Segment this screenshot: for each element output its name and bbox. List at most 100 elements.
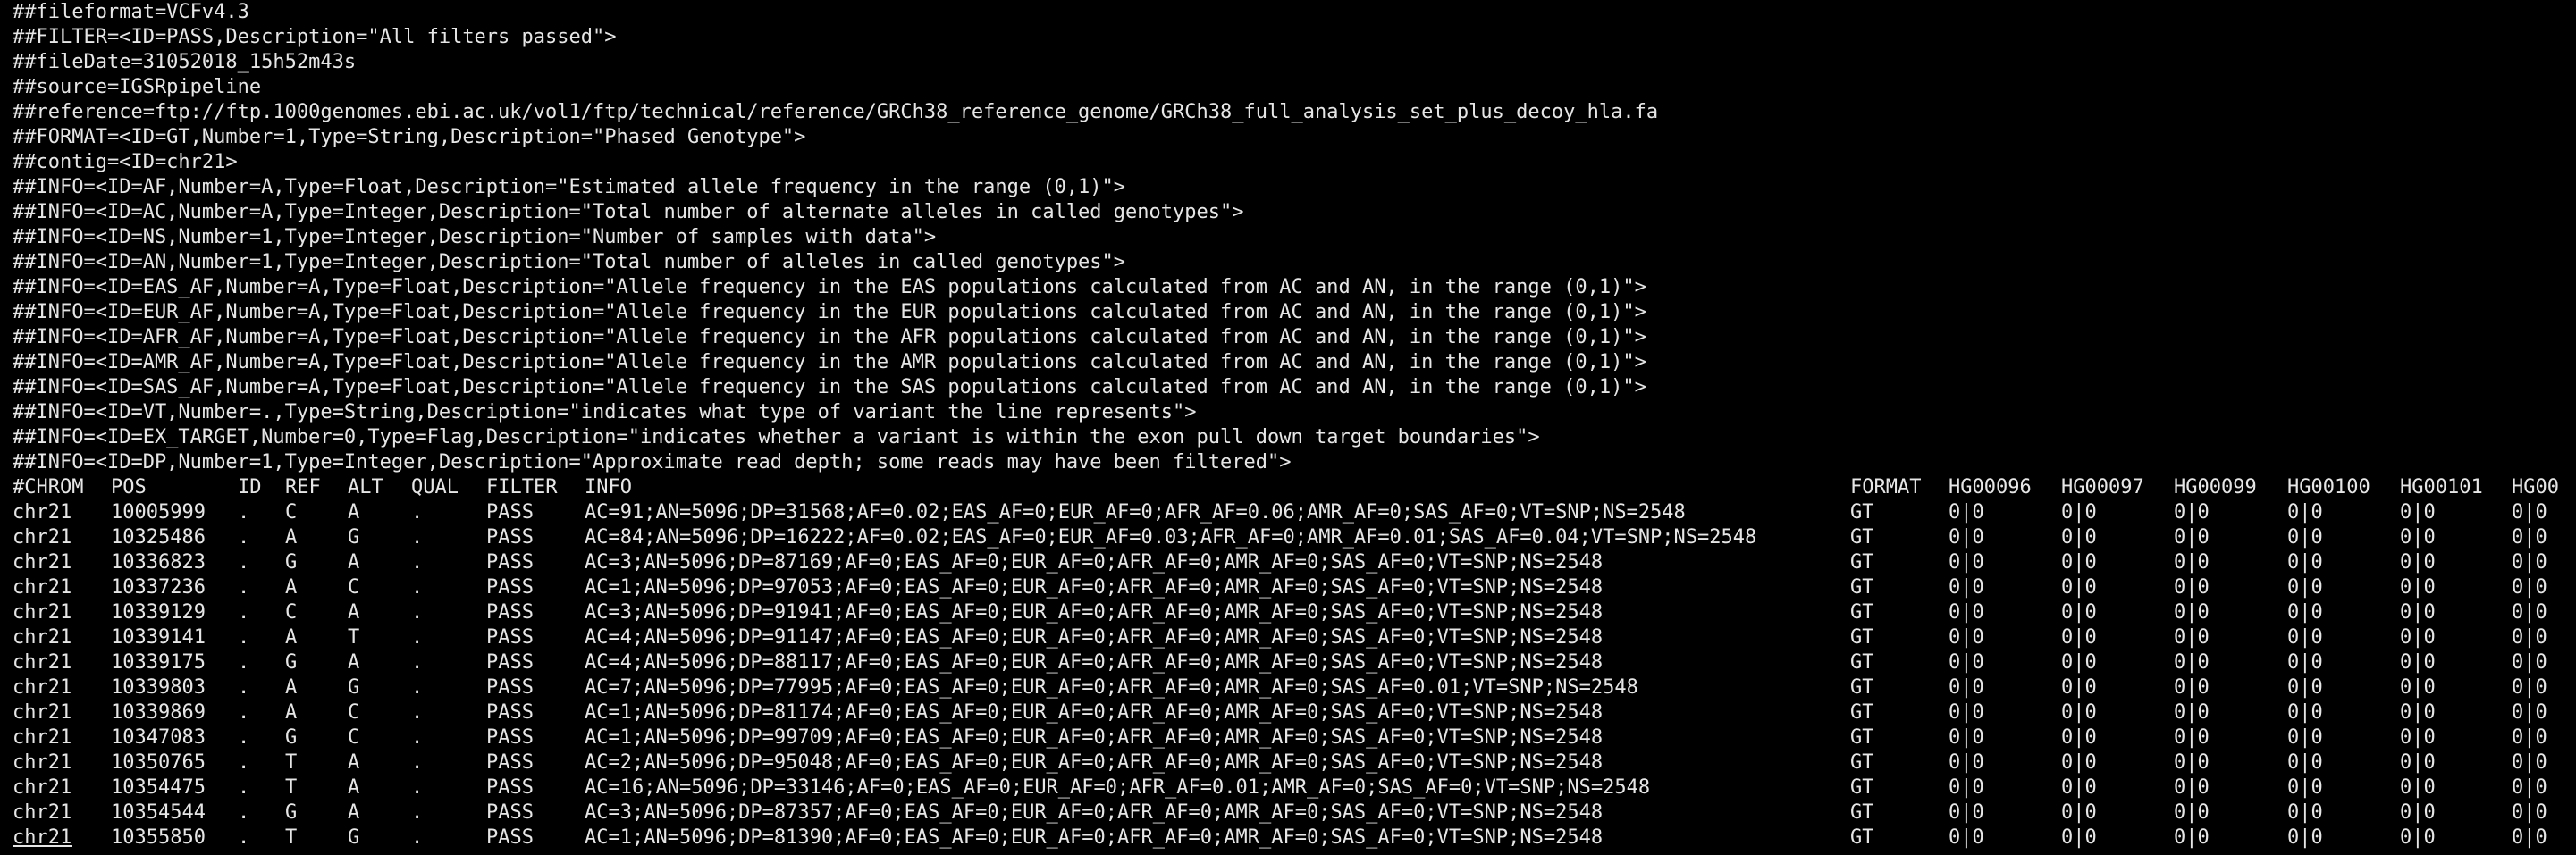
vcf-cell: GT: [1850, 676, 1874, 699]
vcf-cell: 0|0: [2174, 776, 2210, 799]
vcf-cell: .: [411, 626, 424, 649]
vcf-cell: 10350765: [111, 751, 206, 774]
vcf-cell: chr21: [13, 801, 72, 824]
vcf-header-line: ##contig=<ID=chr21>: [13, 151, 238, 173]
vcf-cell: AC=1;AN=5096;DP=81390;AF=0;EAS_AF=0;EUR_…: [585, 826, 1604, 849]
column-header-cell: ID: [238, 476, 262, 499]
column-header-cell: HG00099: [2174, 476, 2257, 499]
vcf-cell: 0|0: [2400, 501, 2436, 524]
vcf-cell: .: [238, 526, 250, 549]
vcf-cell: 0|0: [2174, 676, 2210, 699]
vcf-cell: 0|0: [2400, 776, 2436, 799]
vcf-cell: 0|0: [2400, 751, 2436, 774]
vcf-cell: 0|0: [2512, 526, 2547, 549]
vcf-cell: GT: [1850, 601, 1874, 624]
column-header-cell: HG00096: [1949, 476, 2032, 499]
vcf-cell: chr21: [13, 526, 72, 549]
vcf-cell: 10339175: [111, 651, 206, 674]
vcf-record-row: chr21 10336823. G A. PASS AC=3;AN=5096;DP=871…: [13, 550, 2576, 575]
terminal-output[interactable]: ##fileformat=VCFv4.3 ##FILTER=<ID=PASS,De…: [0, 0, 2576, 855]
vcf-cell: C: [348, 576, 360, 599]
vcf-cell: 0|0: [2061, 551, 2097, 574]
vcf-cell: .: [411, 751, 424, 774]
vcf-cell: 0|0: [2174, 551, 2210, 574]
vcf-cell: PASS: [486, 501, 534, 524]
vcf-cell: .: [411, 676, 424, 699]
column-header-cell: HG00: [2512, 476, 2559, 499]
vcf-cell: GT: [1850, 551, 1874, 574]
vcf-cell: .: [411, 526, 424, 549]
vcf-cell: 0|0: [2512, 751, 2547, 774]
vcf-cell: 0|0: [2512, 676, 2547, 699]
vcf-cell: A: [348, 601, 360, 624]
vcf-cell: 0|0: [2061, 601, 2097, 624]
vcf-cell: .: [238, 676, 250, 699]
vcf-cell: GT: [1850, 576, 1874, 599]
vcf-cell: .: [238, 651, 250, 674]
vcf-cell: 0|0: [2061, 801, 2097, 824]
vcf-cell: A: [348, 801, 360, 824]
column-header-cell: HG00101: [2400, 476, 2483, 499]
vcf-cell: 0|0: [1949, 551, 1984, 574]
vcf-cell: 0|0: [2287, 526, 2323, 549]
vcf-cell: 0|0: [2400, 676, 2436, 699]
vcf-cell: 0|0: [2061, 751, 2097, 774]
vcf-header-line: ##FILTER=<ID=PASS,Description="All filte…: [13, 26, 617, 48]
vcf-cell: A: [285, 576, 298, 599]
vcf-cell: 0|0: [2061, 626, 2097, 649]
vcf-cell: .: [238, 801, 250, 824]
vcf-cell: A: [285, 701, 298, 724]
vcf-cell: GT: [1850, 801, 1874, 824]
vcf-record-row: chr21 10339869. A C. PASS AC=1;AN=5096;DP=811…: [13, 700, 2576, 725]
vcf-cell: 0|0: [2400, 551, 2436, 574]
vcf-cell: 10337236: [111, 576, 206, 599]
vcf-cell: .: [411, 701, 424, 724]
vcf-header-line: ##INFO=<ID=EX_TARGET,Number=0,Type=Flag,…: [13, 426, 1540, 448]
vcf-cell: 10354475: [111, 776, 206, 799]
column-header-cell: FILTER: [486, 476, 558, 499]
vcf-cell: G: [348, 826, 360, 849]
vcf-cell: .: [411, 651, 424, 674]
vcf-cell: 0|0: [2061, 676, 2097, 699]
vcf-cell: 0|0: [2174, 626, 2210, 649]
vcf-cell: chr21: [13, 651, 72, 674]
vcf-cell: 0|0: [2400, 526, 2436, 549]
vcf-header-line: ##source=IGSRpipeline: [13, 76, 262, 98]
vcf-cell: chr21: [13, 826, 72, 849]
vcf-cell: 10339803: [111, 676, 206, 699]
vcf-cell: C: [285, 501, 298, 524]
vcf-cell: PASS: [486, 626, 534, 649]
vcf-cell: 0|0: [1949, 526, 1984, 549]
vcf-cell: 10354544: [111, 801, 206, 824]
vcf-cell: PASS: [486, 701, 534, 724]
vcf-cell: chr21: [13, 601, 72, 624]
vcf-cell: chr21: [13, 726, 72, 749]
vcf-record-row: chr21 10347083. G C. PASS AC=1;AN=5096;DP=997…: [13, 725, 2576, 750]
vcf-cell: GT: [1850, 626, 1874, 649]
vcf-cell: .: [238, 826, 250, 849]
vcf-header-line: ##INFO=<ID=AF,Number=A,Type=Float,Descri…: [13, 176, 1126, 198]
vcf-cell: .: [238, 776, 250, 799]
vcf-cell: 0|0: [2287, 776, 2323, 799]
vcf-cell: PASS: [486, 551, 534, 574]
vcf-cell: T: [348, 626, 360, 649]
vcf-cell: GT: [1850, 651, 1874, 674]
vcf-cell: 10336823: [111, 551, 206, 574]
vcf-cell: .: [411, 826, 424, 849]
vcf-header-line: ##INFO=<ID=EUR_AF,Number=A,Type=Float,De…: [13, 301, 1646, 323]
vcf-cell: 0|0: [2061, 701, 2097, 724]
vcf-cell: 0|0: [2400, 826, 2436, 849]
vcf-cell: GT: [1850, 701, 1874, 724]
vcf-cell: .: [238, 701, 250, 724]
vcf-record-row: chr21 10339129. C A. PASS AC=3;AN=5096;DP=919…: [13, 600, 2576, 625]
vcf-cell: chr21: [13, 701, 72, 724]
vcf-cell: 0|0: [2512, 501, 2547, 524]
vcf-cell: A: [348, 751, 360, 774]
vcf-cell: 0|0: [2512, 551, 2547, 574]
column-header-cell: POS: [111, 476, 147, 499]
vcf-cell: 0|0: [1949, 601, 1984, 624]
vcf-cell: G: [285, 551, 298, 574]
vcf-cell: 0|0: [2287, 701, 2323, 724]
vcf-cell: 0|0: [2287, 501, 2323, 524]
column-header-cell: INFO: [585, 476, 632, 499]
